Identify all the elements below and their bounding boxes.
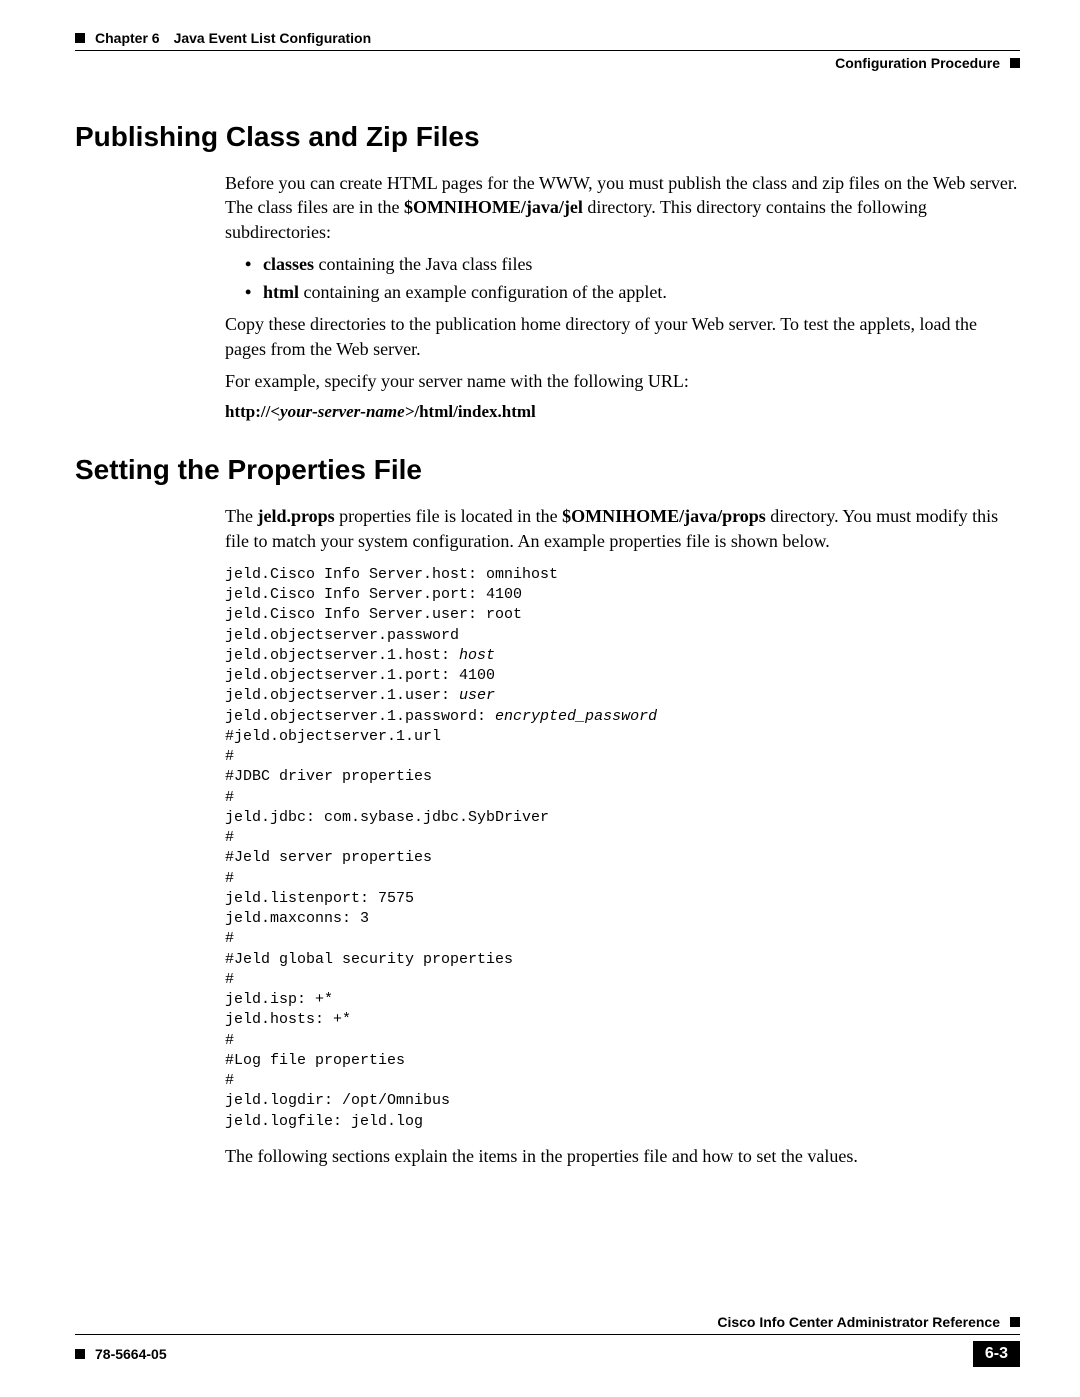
paragraph: The jeld.props properties file is locate… [225,504,1020,553]
code-line: jeld.Cisco Info Server.host: omnihost [225,566,558,583]
code-italic: encrypted_password [495,708,657,725]
text-run-bold: $OMNIHOME/java/jel [404,197,583,217]
code-line: jeld.maxconns: 3 [225,910,369,927]
heading-properties: Setting the Properties File [75,454,1020,486]
code-block: jeld.Cisco Info Server.host: omnihost je… [225,565,1020,1132]
code-line: jeld.logdir: /opt/Omnibus [225,1092,450,1109]
code-line: jeld.objectserver.password [225,627,459,644]
code-line: # [225,870,234,887]
header-row: Chapter 6 Java Event List Configuration [75,30,1020,46]
text-run: properties file is located in the [335,506,562,526]
text-run-bold: classes [263,254,314,274]
code-italic: host [459,647,495,664]
paragraph: The following sections explain the items… [225,1144,1020,1168]
text-run-bold: jeld.props [257,506,334,526]
square-bullet-icon [75,1349,85,1359]
text-run: containing an example configuration of t… [299,282,667,302]
section-title-header: Configuration Procedure [835,55,1000,71]
code-line: # [225,1072,234,1089]
page-number: 6-3 [973,1341,1020,1367]
square-bullet-icon [75,33,85,43]
code-line: jeld.listenport: 7575 [225,890,414,907]
code-line: #Jeld server properties [225,849,432,866]
text-run: The [225,506,257,526]
footer: Cisco Info Center Administrator Referenc… [75,1314,1020,1367]
code-line: # [225,1032,234,1049]
paragraph: Copy these directories to the publicatio… [225,312,1020,361]
code-line: jeld.objectserver.1.host: [225,647,459,664]
square-bullet-icon [1010,58,1020,68]
doc-number: 78-5664-05 [95,1346,167,1362]
doc-title: Cisco Info Center Administrator Referenc… [717,1314,1000,1330]
text-run-bold: html [263,282,299,302]
text-run: /html/index.html [414,402,535,421]
list-item: html containing an example configuration… [245,280,1020,304]
text-run: containing the Java class files [314,254,532,274]
code-italic: user [459,687,495,704]
bullet-list: classes containing the Java class files … [245,252,1020,305]
code-line: jeld.objectserver.1.user: [225,687,459,704]
code-line: # [225,748,234,765]
text-run-bold: $OMNIHOME/java/props [562,506,766,526]
chapter-label: Chapter 6 [95,30,160,46]
code-line: jeld.Cisco Info Server.user: root [225,606,522,623]
chapter-title: Java Event List Configuration [174,30,372,46]
heading-publishing: Publishing Class and Zip Files [75,121,1020,153]
paragraph: Before you can create HTML pages for the… [225,171,1020,244]
code-line: # [225,789,234,806]
code-line: jeld.hosts: +* [225,1011,351,1028]
list-item: classes containing the Java class files [245,252,1020,276]
code-line: jeld.objectserver.1.password: [225,708,495,725]
code-line: jeld.logfile: jeld.log [225,1113,423,1130]
text-run: http:// [225,402,270,421]
text-run-italic: <your-server-name> [270,402,414,421]
code-line: # [225,971,234,988]
code-line: jeld.isp: +* [225,991,333,1008]
code-line: jeld.objectserver.1.port: 4100 [225,667,495,684]
footer-rule [75,1334,1020,1335]
code-line: # [225,829,234,846]
code-line: #jeld.objectserver.1.url [225,728,441,745]
code-line: #Jeld global security properties [225,951,513,968]
paragraph: For example, specify your server name wi… [225,369,1020,393]
sub-header: Configuration Procedure [75,55,1020,71]
header-rule [75,50,1020,51]
code-line: jeld.jdbc: com.sybase.jdbc.SybDriver [225,809,549,826]
code-line: jeld.Cisco Info Server.port: 4100 [225,586,522,603]
code-line: #JDBC driver properties [225,768,432,785]
url-example: http://<your-server-name>/html/index.htm… [225,401,1020,424]
code-line: # [225,930,234,947]
code-line: #Log file properties [225,1052,405,1069]
square-bullet-icon [1010,1317,1020,1327]
